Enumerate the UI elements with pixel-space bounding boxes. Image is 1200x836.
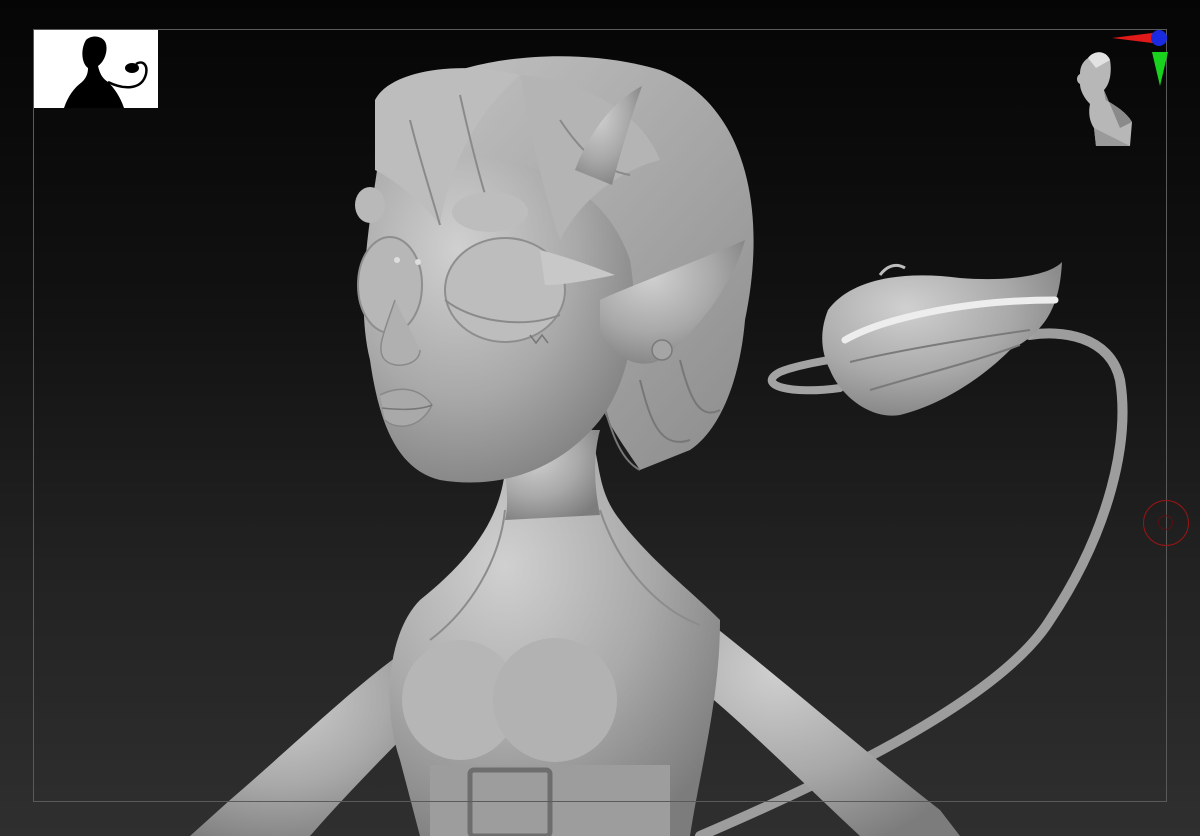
y-axis-arrow [1152, 52, 1168, 86]
thumbnail-view[interactable] [34, 30, 158, 108]
brush-cursor-icon [1143, 500, 1189, 546]
right-arm [680, 600, 960, 836]
orientation-gizmo[interactable] [1060, 28, 1170, 156]
character-silhouette-icon [64, 36, 148, 108]
tail-bud [822, 262, 1062, 416]
z-axis-dot [1151, 30, 1167, 46]
sculpt-model[interactable] [0, 0, 1200, 836]
viewport-canvas[interactable] [0, 0, 1200, 836]
orientation-head-icon [1077, 52, 1132, 146]
brush-center-dot [1158, 515, 1173, 530]
